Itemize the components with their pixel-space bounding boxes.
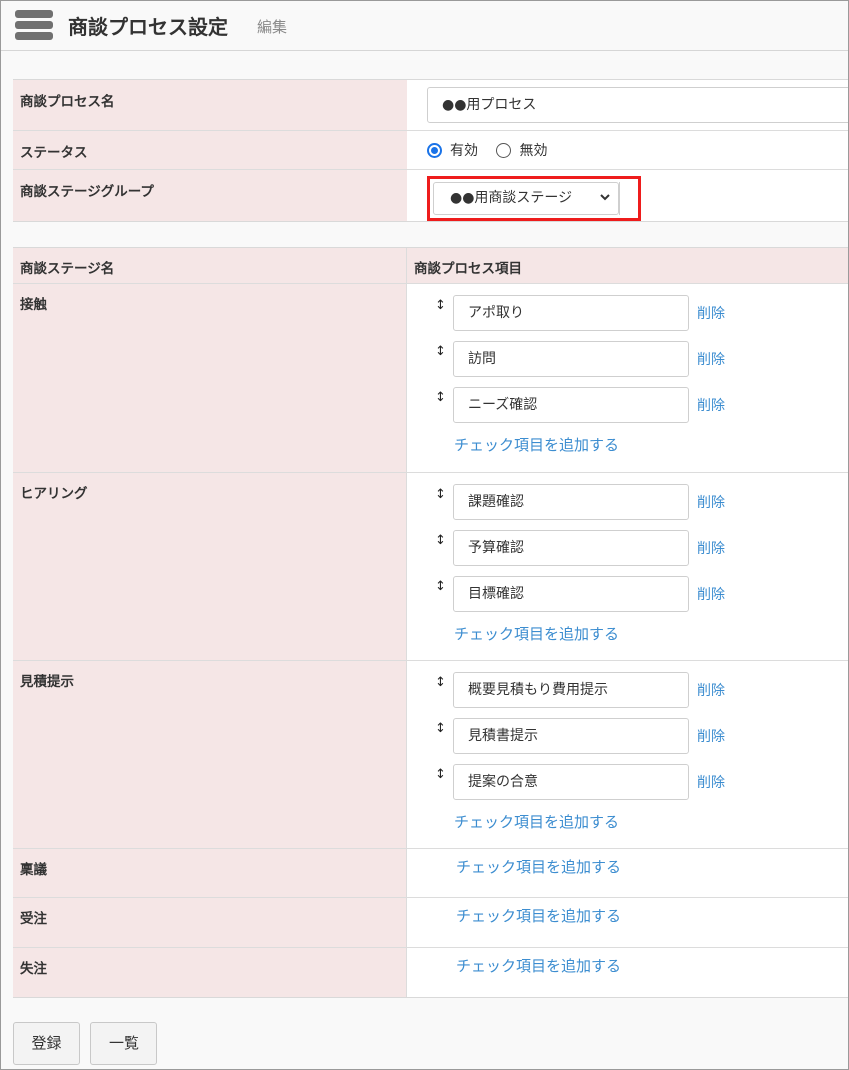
process-name-input[interactable]: ●●用プロセス bbox=[427, 87, 848, 123]
drag-handle-icon[interactable]: ↕ bbox=[435, 721, 453, 736]
stage-group-row: 商談ステージグループ ●●用商談ステージ bbox=[13, 170, 848, 221]
status-row: ステータス 有効 無効 bbox=[13, 131, 848, 170]
radio-checked-icon bbox=[427, 143, 442, 158]
stage-row: 接触 ↕ アポ取り 削除 ↕ 訪問 削除 ↕ ニーズ確認 削除 チェック項目を追加する bbox=[13, 284, 848, 473]
process-item: ↕ アポ取り 削除 bbox=[435, 290, 848, 336]
stage-items: ↕ 課題確認 削除 ↕ 予算確認 削除 ↕ 目標確認 削除 チェック項目を追加する bbox=[407, 473, 848, 660]
process-settings-form: 商談プロセス名 ●●用プロセス ステータス 有効 無効 商談ステージグループ ●… bbox=[13, 79, 848, 222]
chevron-down-icon bbox=[600, 194, 610, 201]
process-item-input[interactable]: 予算確認 bbox=[453, 530, 689, 566]
drag-handle-icon[interactable]: ↕ bbox=[435, 767, 453, 782]
page-frame: 商談プロセス設定 編集 商談プロセス名 ●●用プロセス ステータス 有効 無効 … bbox=[0, 0, 849, 1070]
process-item: ↕ 目標確認 削除 bbox=[435, 571, 848, 617]
delete-item-link[interactable]: 削除 bbox=[697, 772, 725, 792]
process-name-row: 商談プロセス名 ●●用プロセス bbox=[13, 80, 848, 131]
stages-table: 商談ステージ名 商談プロセス項目 接触 ↕ アポ取り 削除 ↕ 訪問 削除 ↕ ニーズ確認 削除チ… bbox=[13, 247, 848, 998]
delete-item-link[interactable]: 削除 bbox=[697, 538, 725, 558]
process-item: ↕ 課題確認 削除 bbox=[435, 479, 848, 525]
select-divider bbox=[619, 182, 620, 215]
drag-handle-icon[interactable]: ↕ bbox=[435, 390, 453, 405]
drag-handle-icon[interactable]: ↕ bbox=[435, 533, 453, 548]
add-check-item-link[interactable]: チェック項目を追加する bbox=[407, 849, 621, 898]
add-check-item-link[interactable]: チェック項目を追加する bbox=[435, 428, 848, 470]
process-item: ↕ ニーズ確認 削除 bbox=[435, 382, 848, 428]
process-name-cell: ●●用プロセス bbox=[407, 80, 848, 130]
stage-row: ヒアリング ↕ 課題確認 削除 ↕ 予算確認 削除 ↕ 目標確認 削除 チェック項目を追加する bbox=[13, 473, 848, 661]
status-radio-active[interactable]: 有効 bbox=[427, 143, 482, 159]
add-check-item-link[interactable]: チェック項目を追加する bbox=[435, 617, 848, 659]
register-button[interactable]: 登録 bbox=[13, 1022, 80, 1065]
stage-items: ↕ アポ取り 削除 ↕ 訪問 削除 ↕ ニーズ確認 削除 チェック項目を追加する bbox=[407, 284, 848, 472]
add-check-item-link[interactable]: チェック項目を追加する bbox=[407, 948, 621, 997]
status-option-active-label: 有効 bbox=[450, 143, 478, 159]
process-item: ↕ 概要見積もり費用提示 削除 bbox=[435, 667, 848, 713]
stages-table-header: 商談ステージ名 商談プロセス項目 bbox=[13, 248, 848, 284]
process-item: ↕ 提案の合意 削除 bbox=[435, 759, 848, 805]
stage-row: 見積提示 ↕ 概要見積もり費用提示 削除 ↕ 見積書提示 削除 ↕ 提案の合意 削除 チェック項目を… bbox=[13, 661, 848, 849]
stages-table-body: 接触 ↕ アポ取り 削除 ↕ 訪問 削除 ↕ ニーズ確認 削除 チェック項目を追加する ヒアリング ↕ 課… bbox=[13, 284, 848, 997]
drag-handle-icon[interactable]: ↕ bbox=[435, 579, 453, 594]
delete-item-link[interactable]: 削除 bbox=[697, 584, 725, 604]
delete-item-link[interactable]: 削除 bbox=[697, 726, 725, 746]
drag-handle-icon[interactable]: ↕ bbox=[435, 298, 453, 313]
process-item: ↕ 訪問 削除 bbox=[435, 336, 848, 382]
status-cell: 有効 無効 bbox=[407, 131, 848, 169]
highlight-box: ●●用商談ステージ bbox=[427, 176, 641, 221]
process-item-input[interactable]: 課題確認 bbox=[453, 484, 689, 520]
process-item: ↕ 予算確認 削除 bbox=[435, 525, 848, 571]
stage-name: 受注 bbox=[13, 898, 407, 947]
delete-item-link[interactable]: 削除 bbox=[697, 395, 725, 415]
stage-row: 失注 チェック項目を追加する bbox=[13, 948, 848, 997]
delete-item-link[interactable]: 削除 bbox=[697, 303, 725, 323]
stage-group-select[interactable]: ●●用商談ステージ bbox=[433, 182, 619, 215]
process-item-input[interactable]: ニーズ確認 bbox=[453, 387, 689, 423]
process-item-input[interactable]: 見積書提示 bbox=[453, 718, 689, 754]
delete-item-link[interactable]: 削除 bbox=[697, 349, 725, 369]
database-icon bbox=[15, 10, 53, 42]
radio-unchecked-icon bbox=[496, 143, 512, 158]
form-actions: 登録 一覧 bbox=[13, 1022, 163, 1065]
delete-item-link[interactable]: 削除 bbox=[697, 680, 725, 700]
drag-handle-icon[interactable]: ↕ bbox=[435, 487, 453, 502]
column-header-process-items: 商談プロセス項目 bbox=[414, 261, 522, 277]
process-item-input[interactable]: 概要見積もり費用提示 bbox=[453, 672, 689, 708]
column-header-stage-name: 商談ステージ名 bbox=[13, 248, 407, 283]
stage-name: 見積提示 bbox=[13, 661, 407, 848]
status-radio-inactive[interactable]: 無効 bbox=[496, 143, 547, 159]
delete-item-link[interactable]: 削除 bbox=[697, 492, 725, 512]
process-item: ↕ 見積書提示 削除 bbox=[435, 713, 848, 759]
page-header: 商談プロセス設定 編集 bbox=[1, 1, 848, 51]
stage-row: 受注 チェック項目を追加する bbox=[13, 898, 848, 948]
process-item-input[interactable]: 提案の合意 bbox=[453, 764, 689, 800]
page-subtitle: 編集 bbox=[257, 18, 288, 36]
status-label: ステータス bbox=[13, 131, 407, 169]
status-option-inactive-label: 無効 bbox=[519, 143, 548, 159]
drag-handle-icon[interactable]: ↕ bbox=[435, 675, 453, 690]
stage-items: ↕ 概要見積もり費用提示 削除 ↕ 見積書提示 削除 ↕ 提案の合意 削除 チェック項目を追加する bbox=[407, 661, 848, 848]
stage-row: 稟議 チェック項目を追加する bbox=[13, 849, 848, 898]
drag-handle-icon[interactable]: ↕ bbox=[435, 344, 453, 359]
stage-group-label: 商談ステージグループ bbox=[13, 170, 407, 221]
process-name-label: 商談プロセス名 bbox=[13, 80, 407, 130]
process-item-input[interactable]: アポ取り bbox=[453, 295, 689, 331]
process-item-input[interactable]: 訪問 bbox=[453, 341, 689, 377]
process-item-input[interactable]: 目標確認 bbox=[453, 576, 689, 612]
stage-name: ヒアリング bbox=[13, 473, 407, 660]
stage-group-selected-value: ●●用商談ステージ bbox=[450, 190, 573, 206]
stage-group-cell: ●●用商談ステージ bbox=[407, 170, 848, 221]
stage-name: 失注 bbox=[13, 948, 407, 997]
add-check-item-link[interactable]: チェック項目を追加する bbox=[407, 898, 621, 947]
stage-name: 稟議 bbox=[13, 849, 407, 897]
add-check-item-link[interactable]: チェック項目を追加する bbox=[435, 805, 848, 847]
page-title: 商談プロセス設定 bbox=[68, 15, 228, 39]
stage-name: 接触 bbox=[13, 284, 407, 472]
list-button[interactable]: 一覧 bbox=[90, 1022, 158, 1065]
